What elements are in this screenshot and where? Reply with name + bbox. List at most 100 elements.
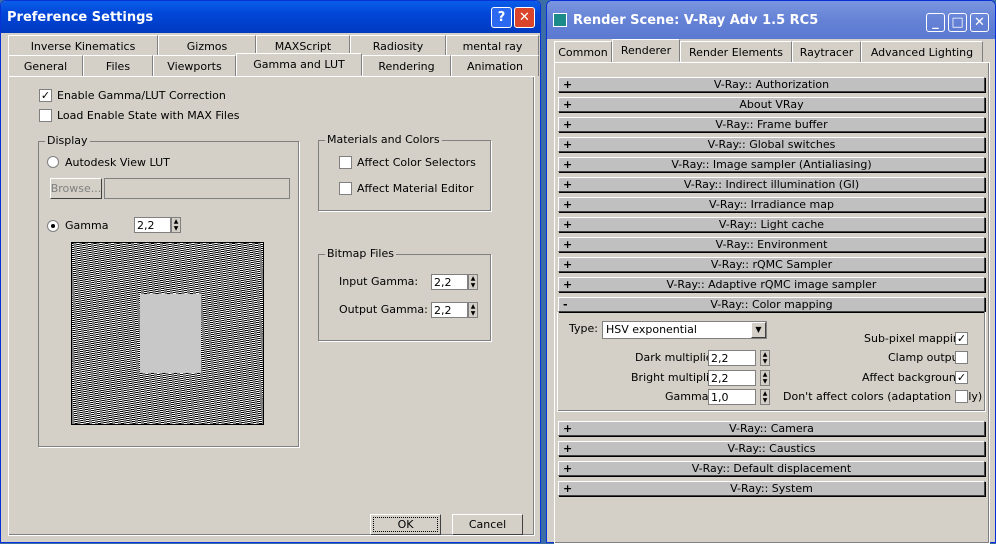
output-gamma-label: Output Gamma: [339,303,428,316]
tab-raytracer[interactable]: Raytracer [792,41,861,62]
tab-animation[interactable]: Animation [451,55,539,76]
lut-path-field[interactable] [104,178,290,199]
tab-advanced-lighting[interactable]: Advanced Lighting [861,41,983,62]
type-label: Type: [569,322,598,335]
dark-multiplier-arrows[interactable]: ▲ ▼ [760,350,770,366]
rollout-system[interactable]: + V-Ray:: System [558,481,985,496]
affect-color-selectors-checkbox[interactable] [339,156,352,169]
tab-rendering[interactable]: Rendering [362,55,451,76]
cancel-button[interactable]: Cancel [452,514,523,535]
clamp-output-checkbox[interactable] [955,351,968,364]
tab-common[interactable]: Common [554,41,612,62]
browse-label: Browse... [50,182,102,195]
check-icon: ✓ [40,89,51,102]
tab-radiosity[interactable]: Radiosity [350,35,446,56]
close-icon: ✕ [519,10,530,25]
dont-affect-colors-checkbox[interactable] [955,390,968,403]
output-gamma-arrows[interactable]: ▲ ▼ [468,302,478,318]
tab-files[interactable]: Files [83,55,153,76]
rollout-indirect-illumination[interactable]: + V-Ray:: Indirect illumination (GI) [558,177,985,192]
tab-inverse-kinematics[interactable]: Inverse Kinematics [8,35,158,56]
load-enable-checkbox[interactable] [39,109,52,122]
close-icon: ✕ [974,15,985,30]
type-dropdown[interactable]: HSV exponential ▼ [602,321,767,339]
rollout-title: V-Ray:: Camera [729,422,814,435]
minimize-button[interactable]: _ [926,13,945,32]
rollout-authorization[interactable]: + V-Ray:: Authorization [558,77,985,92]
input-gamma-input[interactable]: 2,2 [431,274,468,290]
rollout-title: About VRay [739,98,804,111]
input-gamma-arrows[interactable]: ▲ ▼ [468,274,478,290]
enable-gamma-checkbox[interactable]: ✓ [39,89,52,102]
render-tabs: Common Renderer Render Elements Raytrace… [554,39,983,62]
tab-label: Gizmos [186,39,228,53]
affect-background-checkbox[interactable]: ✓ [955,371,968,384]
tab-label: Advanced Lighting [870,45,974,59]
tab-render-elements[interactable]: Render Elements [680,41,792,62]
cm-gamma-input[interactable]: 1,0 [708,389,756,405]
tab-viewports[interactable]: Viewports [153,55,236,76]
output-gamma-value: 2,2 [434,303,452,317]
subpixel-checkbox[interactable]: ✓ [955,332,968,345]
clamp-output-label: Clamp output [888,351,963,364]
close-button[interactable]: ✕ [514,7,535,28]
output-gamma-input[interactable]: 2,2 [431,302,468,318]
rollout-title: V-Ray:: System [730,482,813,495]
tab-label: Common [558,45,608,59]
rollout-frame-buffer[interactable]: + V-Ray:: Frame buffer [558,117,985,132]
bitmap-files-group: Bitmap Files [318,247,491,341]
rollout-default-displacement[interactable]: + V-Ray:: Default displacement [558,461,985,476]
tab-general[interactable]: General [8,55,83,76]
load-enable-label: Load Enable State with MAX Files [57,109,240,122]
rollout-title: V-Ray:: Image sampler (Antialiasing) [671,158,872,171]
cancel-label: Cancel [468,518,507,531]
chevron-down-icon[interactable]: ▼ [751,322,766,338]
ok-button[interactable]: OK [370,514,441,535]
rollout-about-vray[interactable]: + About VRay [558,97,985,112]
rollout-global-switches[interactable]: + V-Ray:: Global switches [558,137,985,152]
tab-gamma-and-lut[interactable]: Gamma and LUT [236,53,362,76]
rollout-title: V-Ray:: Authorization [713,78,830,91]
gamma-spinner-arrows[interactable]: ▲ ▼ [171,217,181,233]
rollout-image-sampler[interactable]: + V-Ray:: Image sampler (Antialiasing) [558,157,985,172]
rollout-caustics[interactable]: + V-Ray:: Caustics [558,441,985,456]
rollout-title: V-Ray:: Global switches [707,138,836,151]
tab-label: Rendering [378,59,435,73]
autodesk-lut-radio[interactable] [47,156,59,168]
rollout-camera[interactable]: + V-Ray:: Camera [558,421,985,436]
bright-multiplier-arrows[interactable]: ▲ ▼ [760,370,770,386]
gamma-spinner-input[interactable]: 2,2 [134,217,171,233]
affect-material-editor-checkbox[interactable] [339,182,352,195]
affect-color-selectors-label: Affect Color Selectors [357,156,476,169]
rollout-environment[interactable]: + V-Ray:: Environment [558,237,985,252]
tab-label: Radiosity [372,39,424,53]
affect-material-editor-label: Affect Material Editor [357,182,474,195]
bright-multiplier-input[interactable]: 2,2 [708,370,756,386]
rollout-rqmc-sampler[interactable]: + V-Ray:: rQMC Sampler [558,257,985,272]
rollout-color-mapping[interactable]: - V-Ray:: Color mapping [558,297,985,312]
cm-gamma-value: 1,0 [711,390,729,404]
browse-button[interactable]: Browse... [50,178,102,199]
cm-gamma-arrows[interactable]: ▲ ▼ [760,389,770,405]
render-titlebar[interactable]: Render Scene: V-Ray Adv 1.5 RC5 _ □ ✕ [547,1,995,39]
rollout-irradiance-map[interactable]: + V-Ray:: Irradiance map [558,197,985,212]
rollout-title: V-Ray:: Environment [715,238,828,251]
dark-multiplier-input[interactable]: 2,2 [708,350,756,366]
help-button[interactable]: ? [491,7,512,28]
minimize-icon: _ [932,15,939,30]
rollout-light-cache[interactable]: + V-Ray:: Light cache [558,217,985,232]
tab-renderer[interactable]: Renderer [612,39,680,62]
render-close-button[interactable]: ✕ [970,13,989,32]
rollout-adaptive-rqmc[interactable]: + V-Ray:: Adaptive rQMC image sampler [558,277,985,292]
materials-colors-group: Materials and Colors [318,133,491,211]
pref-titlebar[interactable]: Preference Settings ? ✕ [1,1,540,33]
tab-label: Animation [466,59,524,73]
gamma-label: Gamma [65,219,109,232]
maximize-button[interactable]: □ [948,13,967,32]
dark-value: 2,2 [711,351,729,365]
dont-affect-colors-label: Don't affect colors (adaptation only) [783,390,983,403]
render-scene-window: Render Scene: V-Ray Adv 1.5 RC5 _ □ ✕ Co… [546,0,996,544]
rollout-title: V-Ray:: rQMC Sampler [710,258,833,271]
tab-mental-ray[interactable]: mental ray [446,35,539,56]
gamma-radio[interactable] [47,220,59,232]
